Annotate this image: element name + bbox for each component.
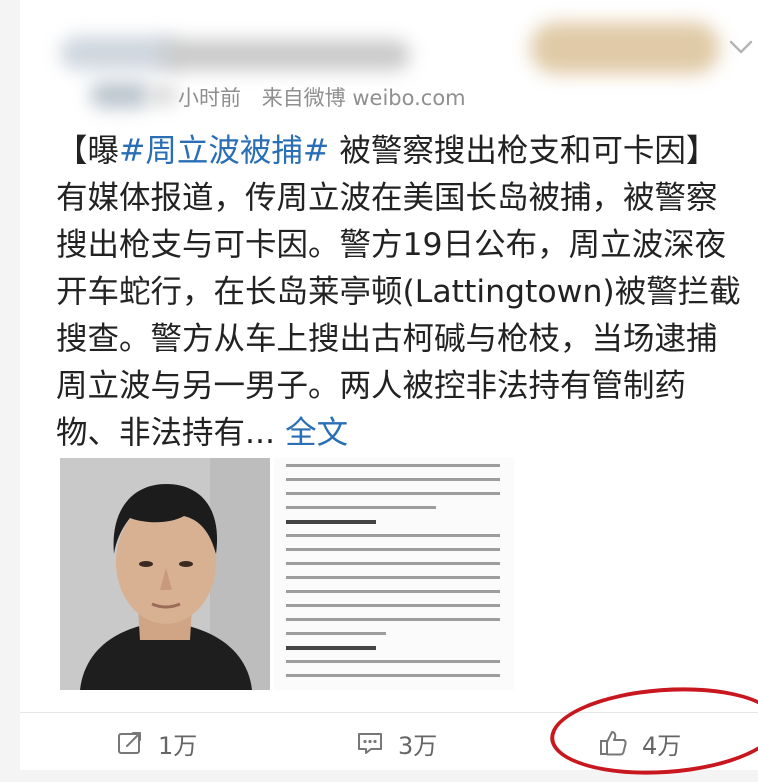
comment-button[interactable]: 3万 xyxy=(356,727,438,760)
comment-icon xyxy=(358,733,382,754)
post-header: 小时前 来自微博 weibo.com xyxy=(20,0,758,120)
news-document-screenshot[interactable] xyxy=(274,458,514,690)
full-text-link[interactable]: 全文 xyxy=(285,415,348,451)
post-meta: 小时前 来自微博 weibo.com xyxy=(178,82,480,112)
post-text-part1: 【曝 xyxy=(56,133,120,169)
post-source[interactable]: 来自微博 weibo.com xyxy=(262,86,466,110)
blurred-username[interactable] xyxy=(160,40,410,70)
hashtag-link[interactable]: #周立波被捕# xyxy=(119,133,329,169)
post-text-part2: 被警察搜出枪支和可卡因】有媒体报道，传周立波在美国长岛被捕，被警察搜出枪支与可卡… xyxy=(56,133,741,451)
comment-count: 3万 xyxy=(398,731,438,760)
chevron-down-icon[interactable] xyxy=(728,36,754,58)
blurred-meta-left xyxy=(90,82,150,108)
post-body-text: 【曝#周立波被捕# 被警察搜出枪支和可卡因】有媒体报道，传周立波在美国长岛被捕，… xyxy=(56,128,746,457)
image-grid xyxy=(60,458,520,690)
blurred-badge xyxy=(530,22,720,74)
weibo-post-card: 小时前 来自微博 weibo.com 【曝#周立波被捕# 被警察搜出枪支和可卡因… xyxy=(20,0,758,782)
repost-count: 1万 xyxy=(158,731,198,760)
mugshot-photo[interactable] xyxy=(60,458,270,690)
post-time: 小时前 xyxy=(178,86,241,110)
blurred-meta-number xyxy=(148,86,178,104)
repost-button[interactable]: 1万 xyxy=(116,727,198,760)
repost-icon xyxy=(118,732,141,754)
